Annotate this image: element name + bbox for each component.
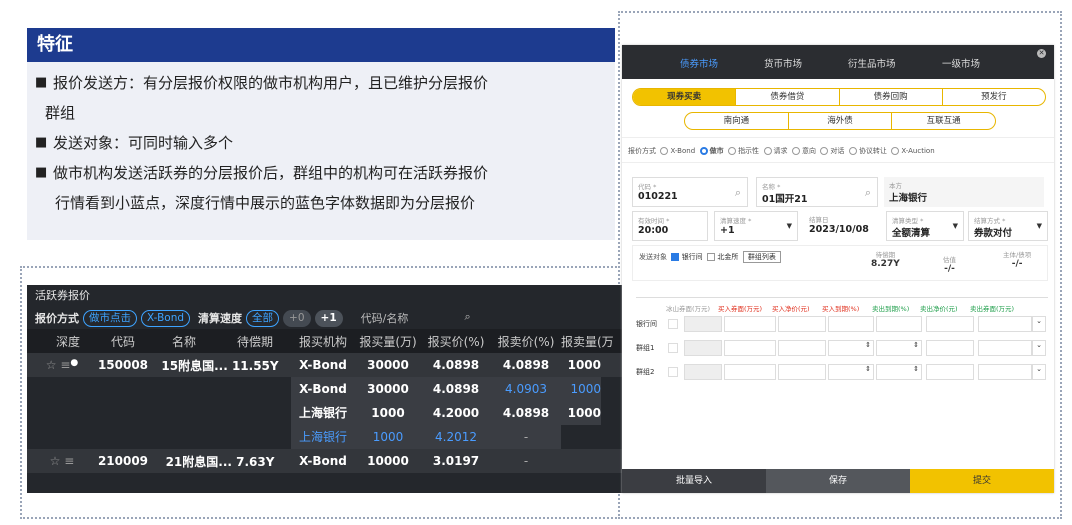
tab-bond-lending[interactable]: 债券借贷 — [735, 89, 838, 105]
row-checkbox[interactable] — [668, 367, 678, 377]
filter-bar: 报价方式 做市点击 X-Bond 清算速度 全部 +0 +1 代码/名称 ⌕ — [27, 307, 625, 329]
search-icon[interactable]: ⌕ — [865, 186, 871, 200]
trade-type-tabs: 现券买卖 债券借贷 债券回购 预发行 — [632, 88, 1046, 106]
filter-market-making[interactable]: 做市点击 — [83, 309, 137, 327]
checkbox-interbank[interactable] — [671, 253, 680, 261]
tab-bond-market[interactable]: 债券市场 — [680, 56, 718, 70]
tab-bond-repo[interactable]: 债券回购 — [838, 89, 942, 105]
search-input[interactable]: 代码/名称 ⌕ — [361, 310, 471, 326]
tab-southbound[interactable]: 南向通 — [685, 113, 788, 129]
quote-grid-header: 冰山券面(万元) 买入券面(万元) 买入净价(元) 买入到期(%) 卖出到期(%… — [666, 305, 1015, 313]
chevron-down-icon: ▼ — [952, 222, 958, 230]
settle-mode-select[interactable]: 结算方式 * 券款对付 ▼ — [968, 211, 1048, 241]
radio-xauction[interactable] — [891, 147, 900, 155]
bullet-item: ■ 做市机构发送活跃券的分层报价后，群组中的机构可在活跃券报价 — [35, 164, 489, 182]
radio-market-making[interactable] — [699, 147, 708, 155]
radio-dialog[interactable] — [820, 147, 829, 155]
valid-time-field[interactable]: 有效时间 * 20:00 — [632, 211, 708, 241]
row-checkbox[interactable] — [668, 319, 678, 329]
grid-row-interbank: 银行间 ⌄ — [636, 316, 1048, 332]
row-checkbox[interactable] — [668, 343, 678, 353]
checkbox-bse[interactable] — [707, 253, 716, 261]
table-row[interactable]: ☆ ≡ 210009 21附息国... 7.63Y X-Bond 10000 3… — [27, 449, 625, 473]
feature-panel: 特征 ■ 报价发送方：有分层报价权限的做市机构用户，且已维护分层报价 群组 ■ 发送… — [27, 28, 615, 240]
depth-row: 上海银行 1000 4.2000 4.0898 1000 — [27, 401, 625, 425]
stepper-icon[interactable]: ⇕ — [828, 364, 874, 380]
feature-title: 特征 — [27, 28, 615, 62]
tab-money-market[interactable]: 货币市场 — [764, 56, 802, 70]
filter-xbond[interactable]: X-Bond — [141, 309, 191, 327]
chevron-down-icon[interactable]: ⌄ — [1032, 340, 1046, 356]
tab-interconnect[interactable]: 互联互通 — [891, 113, 995, 129]
radio-xbond[interactable] — [660, 147, 669, 155]
stepper-icon[interactable]: ⇕ — [876, 340, 922, 356]
grid-row-group1: 群组1 ⇕ ⇕ ⌄ — [636, 340, 1048, 356]
tab-primary-market[interactable]: 一级市场 — [942, 56, 980, 70]
quote-method-row: 报价方式 X-Bond 做市 指示性 请求 意向 对话 协议转让 X-Aucti… — [622, 137, 1054, 163]
filter-all[interactable]: 全部 — [246, 309, 280, 327]
bullet-item: ■ 报价发送方：有分层报价权限的做市机构用户，且已维护分层报价 — [35, 74, 489, 92]
table-header: 深度 代码 名称 待偿期 报买机构 报买量(万) 报买价(%) 报卖价(%) 报… — [27, 329, 625, 353]
code-field[interactable]: 代码 * 010221 ⌕ — [632, 177, 748, 207]
bullet-item: ■ 发送对象：可同时输入多个 — [35, 134, 234, 152]
depth-icon[interactable]: ≡ — [64, 454, 74, 468]
tab-pre-issue[interactable]: 预发行 — [941, 89, 1045, 105]
layered-quote-dot: ● — [70, 358, 79, 368]
party-field: 本方 上海银行 — [884, 177, 1044, 207]
clearing-type-select[interactable]: 清算类型 * 全额清算 ▼ — [886, 211, 964, 241]
name-field[interactable]: 名称 * 01国开21 ⌕ — [756, 177, 878, 207]
depth-icon[interactable]: ≡ — [60, 358, 70, 372]
tab-overseas-bond[interactable]: 海外债 — [787, 113, 892, 129]
depth-row: X-Bond 30000 4.0898 4.0903 1000 — [27, 377, 625, 401]
depth-row: 上海银行 1000 4.2012 - — [27, 425, 625, 449]
clearing-speed-select[interactable]: 清算速度 * +1 ▼ — [714, 211, 798, 241]
chevron-down-icon: ▼ — [1036, 222, 1042, 230]
tab-cash-bond[interactable]: 现券买卖 — [633, 89, 736, 105]
table-row[interactable]: ☆ ≡● 150008 15附息国... 11.55Y X-Bond 30000… — [27, 353, 625, 377]
chevron-down-icon[interactable]: ⌄ — [1032, 316, 1046, 332]
star-icon[interactable]: ☆ — [46, 358, 57, 372]
filter-t1[interactable]: +1 — [314, 309, 343, 327]
save-button[interactable]: 保存 — [766, 469, 910, 493]
search-icon: ⌕ — [464, 310, 471, 323]
radio-intent[interactable] — [791, 147, 800, 155]
speed-label: 清算速度 — [198, 312, 243, 325]
stepper-icon[interactable]: ⇕ — [876, 364, 922, 380]
quote-entry-dialog: 债券市场 货币市场 衍生品市场 一级市场 ✕ 现券买卖 债券借贷 债券回购 预发… — [622, 45, 1054, 493]
filter-t0[interactable]: +0 — [283, 309, 311, 327]
feature-body: ■ 报价发送方：有分层报价权限的做市机构用户，且已维护分层报价 群组 ■ 发送对象：… — [27, 62, 615, 240]
connect-tabs: 南向通 海外债 互联互通 — [684, 112, 996, 130]
radio-agreement[interactable] — [848, 147, 857, 155]
close-icon[interactable]: ✕ — [1037, 49, 1046, 58]
submit-button[interactable]: 提交 — [910, 469, 1054, 493]
star-icon[interactable]: ☆ — [50, 454, 61, 468]
grid-row-group2: 群组2 ⇕ ⇕ ⌄ — [636, 364, 1048, 380]
panel-title: 活跃券报价 — [35, 289, 90, 302]
chevron-down-icon[interactable]: ⌄ — [1032, 364, 1046, 380]
send-target-row: 发送对象 银行间 北金所 群组列表 待偿期 8.27Y 估值 -/- 主体/债项 -/… — [632, 245, 1048, 281]
radio-request[interactable] — [763, 147, 772, 155]
bullet-continuation: 群组 — [45, 104, 76, 122]
quote-method-label: 报价方式 — [35, 312, 79, 325]
bullet-continuation: 行情看到小蓝点，深度行情中展示的蓝色字体数据即为分层报价 — [55, 194, 476, 212]
radio-indicative[interactable] — [728, 147, 737, 155]
group-list-button[interactable]: 群组列表 — [742, 251, 781, 263]
tab-derivatives[interactable]: 衍生品市场 — [848, 56, 896, 70]
settle-date-field: 结算日 2023/10/08 — [804, 211, 884, 241]
search-icon[interactable]: ⌕ — [735, 186, 741, 200]
market-tabs: 债券市场 货币市场 衍生品市场 一级市场 ✕ — [622, 45, 1054, 79]
active-bond-quote-panel: 活跃券报价 报价方式 做市点击 X-Bond 清算速度 全部 +0 +1 代码/… — [27, 285, 625, 493]
chevron-down-icon: ▼ — [786, 222, 792, 230]
stepper-icon[interactable]: ⇕ — [828, 340, 874, 356]
batch-import-button[interactable]: 批量导入 — [622, 469, 766, 493]
